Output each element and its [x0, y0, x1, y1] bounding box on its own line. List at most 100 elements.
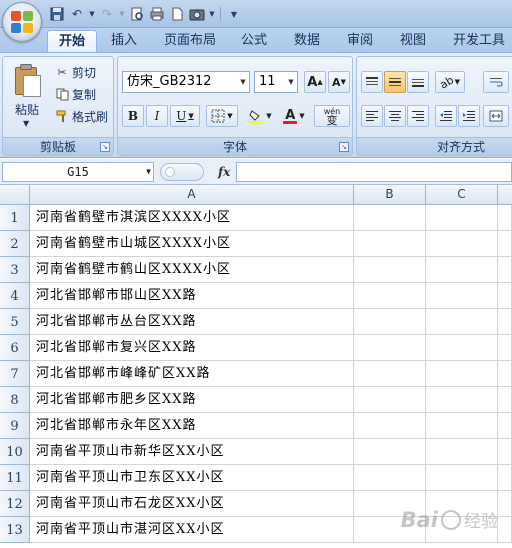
italic-button[interactable]: I [146, 105, 168, 127]
office-button[interactable] [2, 2, 42, 42]
tab-data[interactable]: 数据 [285, 30, 329, 52]
tab-home[interactable]: 开始 [47, 30, 97, 52]
insert-function-button[interactable]: fx [218, 163, 230, 181]
cell-b[interactable] [354, 465, 426, 491]
camera-icon[interactable] [188, 5, 206, 23]
align-left-button[interactable] [361, 105, 383, 127]
clipboard-launcher-icon[interactable]: ↘ [100, 142, 110, 152]
cell-c[interactable] [426, 439, 498, 465]
row-header[interactable]: 7 [0, 361, 30, 387]
cell-c[interactable] [426, 231, 498, 257]
row-header[interactable]: 1 [0, 205, 30, 231]
formula-input[interactable] [236, 162, 512, 182]
customize-toolbar-icon[interactable]: ▼ [225, 5, 243, 23]
cell-d[interactable] [498, 335, 512, 361]
align-top-button[interactable] [361, 71, 383, 93]
align-center-button[interactable] [384, 105, 406, 127]
phonetic-guide-button[interactable]: wén 变 [314, 105, 350, 127]
cell-a[interactable]: 河北省邯郸市丛台区XX路 [30, 309, 354, 335]
row-header[interactable]: 11 [0, 465, 30, 491]
cell-d[interactable] [498, 491, 512, 517]
align-middle-button[interactable] [384, 71, 406, 93]
tab-view[interactable]: 视图 [391, 30, 435, 52]
cell-c[interactable] [426, 465, 498, 491]
cell-b[interactable] [354, 205, 426, 231]
orientation-button[interactable]: ab ▼ [435, 71, 465, 93]
increase-indent-button[interactable] [458, 105, 480, 127]
cell-d[interactable] [498, 439, 512, 465]
shrink-font-button[interactable]: A ▼ [328, 71, 350, 93]
cell-d[interactable] [498, 309, 512, 335]
print-preview-icon[interactable] [128, 5, 146, 23]
cell-b[interactable] [354, 361, 426, 387]
paste-dropdown-icon[interactable]: ▼ [23, 119, 29, 128]
cell-c[interactable] [426, 413, 498, 439]
cell-d[interactable] [498, 387, 512, 413]
row-header[interactable]: 12 [0, 491, 30, 517]
underline-button[interactable]: U ▼ [170, 105, 200, 127]
paste-button-label[interactable]: 粘贴 [7, 101, 47, 118]
cell-a[interactable]: 河南省鹤壁市鹤山区XXXX小区 [30, 257, 354, 283]
row-header[interactable]: 2 [0, 231, 30, 257]
copy-button[interactable]: 复制 [55, 85, 96, 103]
row-header[interactable]: 8 [0, 387, 30, 413]
font-name-combo[interactable]: 仿宋_GB2312 ▼ [122, 71, 250, 93]
cell-a[interactable]: 河南省鹤壁市淇滨区XXXX小区 [30, 205, 354, 231]
select-all-button[interactable] [0, 185, 30, 205]
cut-button[interactable]: ✂ 剪切 [55, 63, 96, 81]
cell-a[interactable]: 河南省平顶山市石龙区XX小区 [30, 491, 354, 517]
column-header-c[interactable]: C [426, 185, 498, 205]
undo-dropdown-icon[interactable]: ▼ [88, 5, 96, 23]
cell-c[interactable] [426, 283, 498, 309]
tab-formulas[interactable]: 公式 [232, 30, 276, 52]
row-header[interactable]: 5 [0, 309, 30, 335]
cell-a[interactable]: 河南省平顶山市卫东区XX小区 [30, 465, 354, 491]
cell-c[interactable] [426, 361, 498, 387]
row-header[interactable]: 9 [0, 413, 30, 439]
cell-a[interactable]: 河南省平顶山市新华区XX小区 [30, 439, 354, 465]
cell-a[interactable]: 河南省鹤壁市山城区XXXX小区 [30, 231, 354, 257]
name-box-dropdown-icon[interactable]: ▼ [146, 163, 151, 181]
cell-c[interactable] [426, 309, 498, 335]
cell-b[interactable] [354, 387, 426, 413]
grow-font-button[interactable]: A ▲ [304, 71, 326, 93]
cell-c[interactable] [426, 257, 498, 283]
cell-a[interactable]: 河北省邯郸市峰峰矿区XX路 [30, 361, 354, 387]
cell-b[interactable] [354, 335, 426, 361]
save-icon[interactable] [48, 5, 66, 23]
row-header[interactable]: 13 [0, 517, 30, 543]
wrap-text-button[interactable] [483, 71, 509, 93]
bold-button[interactable]: B [122, 105, 144, 127]
cell-b[interactable] [354, 309, 426, 335]
row-header[interactable]: 10 [0, 439, 30, 465]
paste-icon[interactable] [11, 63, 43, 99]
tab-insert[interactable]: 插入 [102, 30, 146, 52]
redo-dropdown-icon[interactable]: ▼ [118, 5, 126, 23]
cell-a[interactable]: 河北省邯郸市复兴区XX路 [30, 335, 354, 361]
tab-review[interactable]: 审阅 [338, 30, 382, 52]
tab-developer[interactable]: 开发工具 [446, 30, 512, 52]
undo-icon[interactable]: ↶ [68, 5, 86, 23]
merge-center-button[interactable] [483, 105, 509, 127]
cell-b[interactable] [354, 231, 426, 257]
fill-color-button[interactable]: ▼ [244, 105, 276, 127]
row-header[interactable]: 6 [0, 335, 30, 361]
cell-d[interactable] [498, 257, 512, 283]
font-color-button[interactable]: A ▼ [278, 105, 310, 127]
cell-d[interactable] [498, 361, 512, 387]
new-document-icon[interactable] [168, 5, 186, 23]
font-launcher-icon[interactable]: ↘ [339, 142, 349, 152]
cell-d[interactable] [498, 517, 512, 543]
formula-bar-resize-handle[interactable] [160, 163, 204, 181]
name-box[interactable]: G15 ▼ [2, 162, 154, 182]
print-icon[interactable] [148, 5, 166, 23]
cell-b[interactable] [354, 283, 426, 309]
cell-a[interactable]: 河南省平顶山市湛河区XX小区 [30, 517, 354, 543]
cell-a[interactable]: 河北省邯郸市邯山区XX路 [30, 283, 354, 309]
cell-d[interactable] [498, 413, 512, 439]
redo-icon[interactable]: ↷ [98, 5, 116, 23]
cell-d[interactable] [498, 205, 512, 231]
cell-d[interactable] [498, 465, 512, 491]
cell-b[interactable] [354, 439, 426, 465]
cell-c[interactable] [426, 205, 498, 231]
